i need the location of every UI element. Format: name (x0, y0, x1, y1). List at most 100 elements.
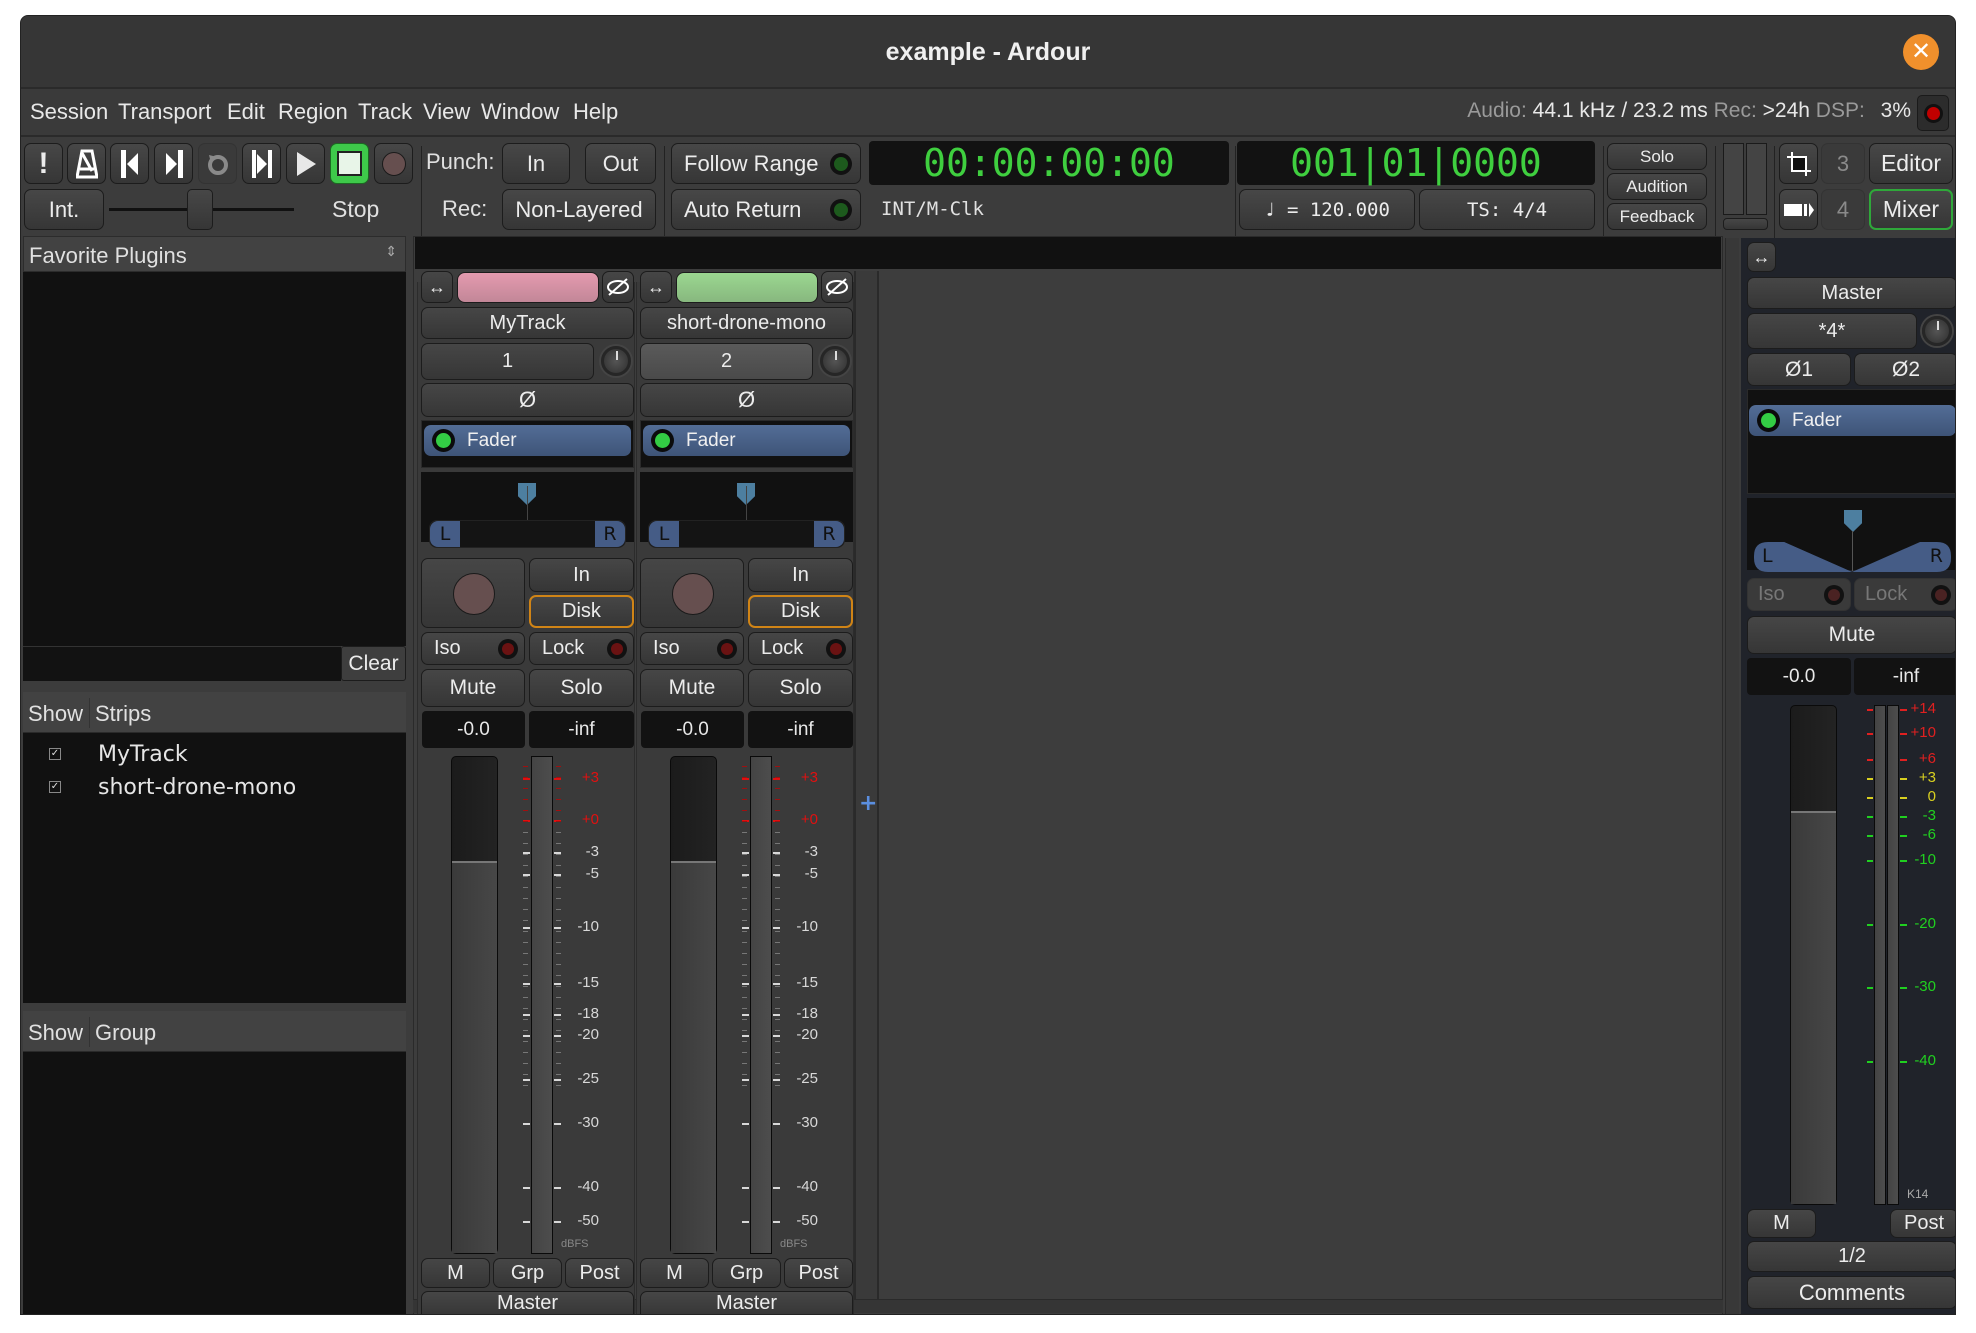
processor-fader[interactable]: Fader (643, 425, 850, 456)
panner-width-box[interactable]: LR (648, 520, 845, 548)
monitor-disk-button[interactable]: Disk (748, 595, 853, 628)
menu-view[interactable]: View (423, 99, 470, 125)
solo-button[interactable]: Solo (748, 669, 853, 707)
peak-display[interactable]: -inf (529, 711, 634, 748)
master-output-button[interactable]: 1/2 (1747, 1241, 1955, 1272)
checkbox-checked-icon[interactable]: ✓ (49, 748, 61, 760)
mixer-list-button[interactable] (1779, 189, 1818, 230)
play-button[interactable] (286, 143, 325, 184)
master-mute-button[interactable]: Mute (1747, 616, 1955, 654)
menu-track[interactable]: Track (358, 99, 412, 125)
input-trim-knob[interactable] (601, 346, 631, 376)
input-button[interactable]: 2 (640, 343, 813, 380)
solo-lock-button[interactable]: Lock (748, 632, 853, 665)
editor-list-button[interactable] (1779, 143, 1818, 184)
strip-name-button[interactable]: MyTrack (421, 307, 634, 339)
goto-start-button[interactable] (110, 143, 149, 184)
output-button[interactable]: Master (640, 1291, 853, 1314)
panner-width-box[interactable]: LR (429, 520, 626, 548)
gain-display[interactable]: -0.0 (422, 711, 525, 748)
punch-out-button[interactable]: Out (585, 143, 656, 184)
solo-isolate-button[interactable]: Iso (421, 632, 525, 665)
groups-name-column[interactable]: Group (95, 1020, 156, 1046)
goto-end-button[interactable] (154, 143, 193, 184)
secondary-clock[interactable]: 001|01|0000 (1237, 141, 1595, 185)
input-button[interactable]: 1 (421, 343, 594, 380)
solo-indicator-button[interactable]: Solo (1607, 143, 1707, 170)
master-trim-knob[interactable] (1922, 316, 1952, 346)
shuttle-slider-handle[interactable] (187, 189, 213, 230)
menu-help[interactable]: Help (573, 99, 618, 125)
strip-list-item[interactable]: ✓ short-drone-mono (23, 772, 406, 804)
audition-indicator-button[interactable]: Audition (1607, 173, 1707, 200)
favorite-plugins-list[interactable] (23, 272, 406, 646)
master-processor-fader[interactable]: Fader (1749, 405, 1955, 436)
time-signature-button[interactable]: TS: 4/4 (1419, 189, 1595, 230)
checkbox-checked-icon[interactable]: ✓ (49, 781, 61, 793)
rec-mode-dropdown[interactable]: Non-Layered (502, 189, 656, 230)
tempo-button[interactable]: ♩ = 120.000 (1239, 189, 1415, 230)
follow-range-button[interactable]: Follow Range (671, 143, 861, 184)
editor-button[interactable]: Editor (1869, 143, 1953, 184)
monitor-input-button[interactable]: In (748, 558, 853, 592)
solo-lock-button[interactable]: Lock (529, 632, 634, 665)
strip-color-bar[interactable] (676, 272, 818, 303)
plugin-search-input[interactable] (23, 646, 341, 681)
master-gain-fader[interactable] (1790, 705, 1837, 1205)
input-trim-knob[interactable] (820, 346, 850, 376)
mute-button[interactable]: Mute (421, 669, 525, 707)
solo-isolate-button[interactable]: Iso (640, 632, 744, 665)
clear-search-button[interactable]: Clear (341, 646, 406, 681)
phase-invert-2-button[interactable]: Ø2 (1854, 353, 1955, 386)
favorite-plugins-selector[interactable]: Favorite Plugins ⇕ (23, 236, 406, 272)
processor-active-led-icon[interactable] (436, 433, 451, 448)
processor-fader[interactable]: Fader (424, 425, 631, 456)
feedback-indicator-button[interactable]: Feedback (1607, 203, 1707, 230)
strip-color-bar[interactable] (457, 272, 599, 303)
master-name-button[interactable]: Master (1747, 277, 1955, 309)
meter-point-button[interactable]: M (640, 1258, 709, 1288)
record-arm-button[interactable] (640, 558, 744, 628)
meter-post-button[interactable]: Post (784, 1258, 853, 1288)
strip-width-button[interactable]: ↔ (640, 271, 672, 303)
output-button[interactable]: Master (421, 1291, 634, 1314)
metronome-button[interactable] (67, 143, 106, 184)
comments-button[interactable]: Comments (1747, 1276, 1955, 1309)
record-arm-button[interactable] (421, 558, 525, 628)
monitor-input-button[interactable]: In (529, 558, 634, 592)
strip-name-button[interactable]: short-drone-mono (640, 307, 853, 339)
plus-icon[interactable]: + (859, 791, 877, 816)
master-lock-button[interactable]: Lock (1854, 578, 1955, 611)
gain-display[interactable]: -0.0 (641, 711, 744, 748)
processor-active-led-icon[interactable] (1761, 413, 1776, 428)
auto-return-button[interactable]: Auto Return (671, 189, 861, 230)
close-icon[interactable]: ✕ (1903, 34, 1939, 70)
master-iso-button[interactable]: Iso (1747, 578, 1851, 611)
menu-edit[interactable]: Edit (227, 99, 265, 125)
stop-button[interactable] (330, 143, 369, 184)
mini-meter-reset-button[interactable] (1723, 218, 1768, 230)
meter-post-button[interactable]: Post (565, 1258, 634, 1288)
meter-point-button[interactable]: M (421, 1258, 490, 1288)
mixer-num-button[interactable]: 4 (1821, 189, 1865, 230)
peak-display[interactable]: -inf (748, 711, 853, 748)
editor-num-button[interactable]: 3 (1821, 143, 1865, 184)
hide-strip-button[interactable] (602, 271, 634, 303)
group-button[interactable]: Grp (712, 1258, 781, 1288)
loop-button[interactable] (198, 143, 237, 184)
strip-list-item[interactable]: ✓ MyTrack (23, 739, 406, 771)
menu-region[interactable]: Region (278, 99, 348, 125)
menu-transport[interactable]: Transport (118, 99, 211, 125)
gain-fader[interactable] (451, 756, 498, 1254)
processor-active-led-icon[interactable] (655, 433, 670, 448)
strip-width-button[interactable]: ↔ (421, 271, 453, 303)
gain-fader[interactable] (670, 756, 717, 1254)
groups-show-column[interactable]: Show (28, 1020, 83, 1045)
pane-divider-handle[interactable] (1725, 238, 1739, 1314)
menu-session[interactable]: Session (30, 99, 108, 125)
master-peak-display[interactable]: -inf (1854, 658, 1955, 695)
menu-window[interactable]: Window (481, 99, 559, 125)
hide-strip-button[interactable] (821, 271, 853, 303)
phase-invert-button[interactable]: Ø (640, 383, 853, 417)
mute-button[interactable]: Mute (640, 669, 744, 707)
